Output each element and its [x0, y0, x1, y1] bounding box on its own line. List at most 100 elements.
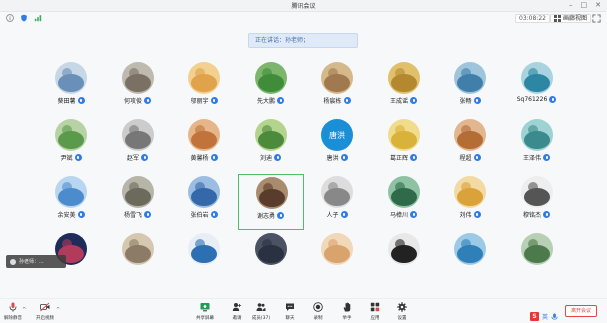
maximize-button[interactable]: □ — [581, 1, 588, 9]
leave-meeting-button[interactable]: 离开会议 — [565, 305, 597, 317]
members-icon — [256, 303, 266, 311]
participant-name-row: 刘伟 — [437, 210, 503, 219]
info-icon[interactable] — [6, 14, 14, 22]
participant-avatar — [188, 119, 220, 151]
participant-name: 马樟川 — [389, 212, 408, 219]
participant-avatar — [121, 176, 154, 208]
participant-tile[interactable] — [304, 231, 370, 287]
mic-status-icon — [210, 97, 218, 104]
participant-avatar — [321, 176, 353, 208]
participant-tile[interactable]: 尹斌 — [38, 117, 104, 173]
toolbar-raise-hand-button[interactable]: 举手 — [334, 302, 360, 321]
meeting-info-bar: 03:08:22 画廊视图 — [0, 12, 607, 25]
participant-tile[interactable] — [238, 231, 304, 287]
participant-avatar — [55, 119, 87, 151]
participant-tile[interactable]: 王泽伟 — [504, 117, 570, 173]
participant-tile[interactable]: 余安美 — [38, 174, 104, 230]
participant-avatar — [188, 62, 220, 94]
participant-name-row: 何攻俊 — [105, 96, 171, 105]
participant-tile[interactable]: 人子 — [304, 174, 370, 230]
participant-name-row: 邬丽宇 — [171, 96, 237, 105]
mic-status-icon — [144, 97, 151, 104]
participant-tile[interactable]: 先大鹏 — [238, 60, 304, 116]
toolbar-label: 应用 — [370, 316, 380, 321]
participant-tile[interactable]: 杨雪飞 — [105, 174, 171, 230]
participant-avatar — [254, 233, 287, 265]
participant-name-row: 张伯岩 — [171, 210, 237, 219]
toolbar-label: 举手 — [342, 316, 352, 321]
participant-tile[interactable] — [437, 231, 503, 287]
mic-status-icon — [277, 97, 284, 104]
participant-avatar — [188, 233, 220, 265]
toolbar-invite-button[interactable]: 邀请 — [224, 302, 250, 321]
participant-tile[interactable] — [105, 231, 171, 287]
toolbar-label: 邀请 — [232, 316, 242, 321]
participant-avatar — [121, 233, 154, 265]
video-options-caret-icon[interactable]: ^ — [56, 307, 60, 313]
participant-tile[interactable]: 唐洪 唐洪 — [304, 117, 370, 173]
mic-status-icon — [141, 154, 148, 161]
participant-avatar — [387, 119, 420, 151]
minimize-button[interactable]: – — [569, 1, 573, 9]
participant-avatar — [121, 62, 154, 94]
participant-name-row: 尹斌 — [38, 153, 104, 162]
toolbar-settings-button[interactable]: 设置 — [389, 302, 415, 321]
participant-name: 葵田薯 — [57, 98, 76, 105]
participant-tile[interactable]: 黄馨杨 — [171, 117, 237, 173]
participant-tile[interactable]: 穆铭杰 — [504, 174, 570, 230]
participant-tile[interactable]: Sq761226 — [504, 60, 570, 116]
ime-mic-icon[interactable] — [551, 313, 558, 321]
participant-tile[interactable]: 邬丽宇 — [171, 60, 237, 116]
participant-avatar — [254, 119, 287, 151]
participant-tile[interactable] — [504, 231, 570, 287]
close-button[interactable]: ✕ — [595, 1, 601, 9]
participant-tile[interactable]: 马樟川 — [371, 174, 437, 230]
participant-avatar — [520, 62, 553, 94]
audio-options-caret-icon[interactable]: ^ — [22, 307, 26, 313]
participant-avatar — [454, 176, 486, 208]
chat-toast[interactable]: 孙老师：... — [6, 255, 66, 268]
participant-name-row: 谢志勇 — [239, 211, 303, 220]
mic-off-icon — [9, 302, 17, 312]
chat-avatar-icon — [10, 258, 16, 265]
participant-tile[interactable]: 赵军 — [105, 117, 171, 173]
participant-avatar — [520, 176, 553, 208]
participant-name: 何攻俊 — [123, 98, 142, 105]
participant-tile[interactable]: 杨宸栋 — [304, 60, 370, 116]
participant-tile[interactable] — [171, 231, 237, 287]
participant-tile[interactable]: 谢志勇 — [237, 174, 304, 230]
participant-tile[interactable]: 程超 — [437, 117, 503, 173]
participant-tile[interactable]: 何攻俊 — [105, 60, 171, 116]
participant-tile[interactable]: 王成谣 — [371, 60, 437, 116]
participant-name: 王成谣 — [389, 98, 408, 105]
toolbar-share-screen-button[interactable]: 共享屏幕 — [192, 302, 218, 321]
participant-tile[interactable]: 刘伟 — [437, 174, 503, 230]
toolbar-chat-button[interactable]: 聊天 — [277, 302, 303, 321]
ime-language[interactable]: 英 — [542, 312, 548, 321]
participant-tile[interactable]: 葛正辉 — [371, 117, 437, 173]
toolbar-video-off-button[interactable]: 开启视频 — [32, 302, 58, 321]
view-switch-button[interactable]: 画廊视图 — [550, 14, 592, 23]
toolbar-record-button[interactable]: 录制 — [305, 302, 331, 321]
shield-icon[interactable] — [20, 14, 28, 22]
toolbar-members-button[interactable]: 成员(37) — [248, 302, 274, 321]
participant-name-row: 余安美 — [38, 210, 104, 219]
participant-name: 邬丽宇 — [190, 98, 209, 105]
mic-status-icon — [274, 154, 281, 161]
toolbar-apps-button[interactable]: 应用 — [362, 302, 388, 321]
participant-tile[interactable]: 葵田薯 — [38, 60, 104, 116]
participant-name-row: 程超 — [437, 153, 503, 162]
participant-avatar — [387, 233, 420, 265]
sogou-icon[interactable]: S — [530, 312, 539, 321]
participant-name: 葛正辉 — [389, 155, 408, 162]
participant-tile[interactable]: 张伯岩 — [171, 174, 237, 230]
chat-icon — [286, 303, 294, 311]
participant-name: 尹斌 — [60, 155, 73, 162]
fullscreen-icon[interactable] — [592, 14, 601, 23]
participant-name: 程超 — [459, 155, 472, 162]
bottom-toolbar: 解除静音 开启视频 共享屏幕 邀请 成员(37) 聊天 录制 举手 应用 设置 — [0, 298, 607, 323]
participant-tile[interactable]: 刘迪 — [238, 117, 304, 173]
participant-tile[interactable]: 张畅 — [437, 60, 503, 116]
participant-tile[interactable] — [371, 231, 437, 287]
window-controls: – □ ✕ — [569, 1, 601, 9]
